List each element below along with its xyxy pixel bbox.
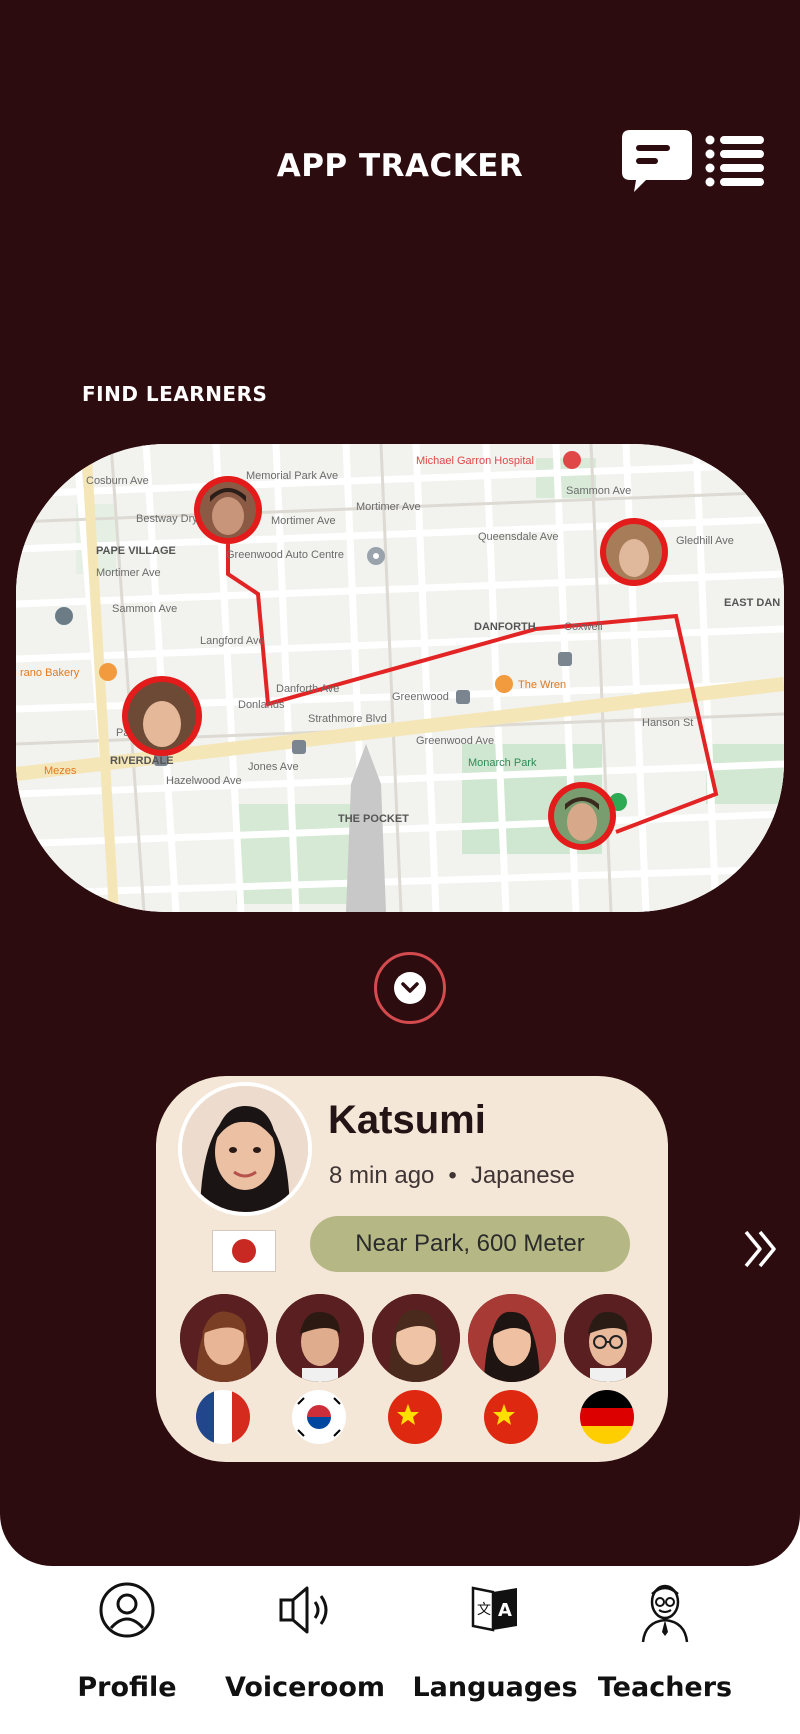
- china-flag-icon: [388, 1390, 442, 1444]
- map-label: Memorial Park Ave: [246, 470, 338, 482]
- south-korea-flag-icon: [292, 1390, 346, 1444]
- map-label: Cosburn Ave: [86, 475, 149, 487]
- list-menu-icon: [705, 135, 764, 187]
- nav-label: Voiceroom: [224, 1672, 386, 1703]
- nav-profile[interactable]: Profile: [32, 1580, 222, 1730]
- china-flag-icon: [484, 1390, 538, 1444]
- separator-dot: •: [448, 1162, 457, 1189]
- menu-button[interactable]: [704, 132, 766, 190]
- profile-icon: [99, 1582, 155, 1638]
- learner-avatar-2[interactable]: [276, 1294, 364, 1444]
- map-label: Hazelwood Ave: [166, 775, 242, 787]
- chat-bubble-icon: [622, 130, 692, 192]
- germany-flag-icon: [580, 1390, 634, 1444]
- japan-flag-icon: [212, 1230, 276, 1272]
- map-label: Mortimer Ave: [356, 501, 421, 513]
- main-panel: APP TRACKER FIND LEARNERS Michael Garron…: [0, 0, 800, 1566]
- map-label: EAST DAN: [724, 597, 780, 609]
- find-learners-label: FIND LEARNERS: [82, 382, 268, 406]
- map-label: Danforth Ave: [276, 683, 339, 695]
- speaker-icon: [279, 1586, 328, 1634]
- map-label: Greenwood: [392, 691, 449, 703]
- avatar: [180, 1294, 268, 1382]
- map-label: Hanson St: [642, 717, 693, 729]
- map-view[interactable]: Michael Garron Hospital Cosburn Ave Memo…: [16, 444, 784, 912]
- nav-label: Languages: [412, 1672, 578, 1703]
- avatar: [276, 1294, 364, 1382]
- map-label: Monarch Park: [468, 757, 537, 769]
- bottom-nav: Profile Voiceroom 文 A Languages Teachers: [0, 1580, 800, 1734]
- france-flag-icon: [196, 1390, 250, 1444]
- map-label: DANFORTH: [474, 621, 536, 633]
- nav-label: Profile: [77, 1672, 177, 1703]
- map-label: Greenwood Auto Centre: [226, 549, 344, 561]
- learner-language: Japanese: [470, 1162, 575, 1189]
- location-badge: Near Park, 600 Meter: [310, 1216, 630, 1272]
- svg-text:A: A: [498, 1600, 512, 1621]
- expand-button[interactable]: [374, 952, 446, 1024]
- svg-text:文: 文: [477, 1602, 491, 1618]
- map-label: RIVERDALE: [110, 755, 174, 767]
- map-label: Michael Garron Hospital: [416, 455, 534, 467]
- learner-meta: 8 min ago • Japanese: [329, 1162, 575, 1190]
- map-label: Strathmore Blvd: [308, 713, 387, 725]
- map-label: Sammon Ave: [566, 485, 631, 497]
- map-label: Gledhill Ave: [676, 535, 734, 547]
- map-label: Queensdale Ave: [478, 531, 559, 543]
- avatar: [372, 1294, 460, 1382]
- translate-icon: 文 A: [471, 1586, 517, 1632]
- avatar: [468, 1294, 556, 1382]
- map-learner-marker[interactable]: [194, 476, 262, 544]
- map-label: Mortimer Ave: [96, 567, 161, 579]
- map-label: Langford Ave: [200, 635, 265, 647]
- learner-avatar-5[interactable]: [564, 1294, 652, 1444]
- nav-voiceroom[interactable]: Voiceroom: [210, 1580, 400, 1730]
- map-learner-marker[interactable]: [548, 782, 616, 850]
- avatar[interactable]: [178, 1082, 312, 1216]
- chat-button[interactable]: [620, 128, 694, 196]
- map-label: rano Bakery: [20, 667, 80, 679]
- learner-avatar-3[interactable]: [372, 1294, 460, 1444]
- map-label: Jones Ave: [248, 761, 299, 773]
- map-label: The Wren: [518, 679, 566, 691]
- nav-teachers[interactable]: Teachers: [570, 1580, 760, 1730]
- map-learner-marker[interactable]: [122, 676, 202, 756]
- double-chevron-right-icon: [744, 1230, 776, 1268]
- avatar: [564, 1294, 652, 1382]
- chevron-down-icon: [394, 972, 426, 1004]
- learner-avatar-4[interactable]: [468, 1294, 556, 1444]
- map-label: Donlands: [238, 699, 285, 711]
- time-ago: 8 min ago: [329, 1162, 435, 1189]
- learner-avatar-1[interactable]: [180, 1294, 268, 1444]
- map-label: Greenwood Ave: [416, 735, 494, 747]
- learner-card[interactable]: Katsumi 8 min ago • Japanese Near Park, 60…: [156, 1076, 668, 1462]
- next-learner-button[interactable]: [742, 1226, 782, 1272]
- map-label: Coxwell: [564, 621, 603, 633]
- learner-name: Katsumi: [328, 1098, 486, 1142]
- teacher-icon: [641, 1584, 689, 1643]
- map-label: Mortimer Ave: [271, 515, 336, 527]
- map-label: THE POCKET: [338, 813, 409, 825]
- map-label: PAPE VILLAGE: [96, 545, 176, 557]
- map-label: Sammon Ave: [112, 603, 177, 615]
- nav-languages[interactable]: 文 A Languages: [400, 1580, 590, 1730]
- map-learner-marker[interactable]: [600, 518, 668, 586]
- map-label: Mezes: [44, 765, 77, 777]
- other-learners-row: [180, 1294, 660, 1444]
- nav-label: Teachers: [597, 1672, 733, 1703]
